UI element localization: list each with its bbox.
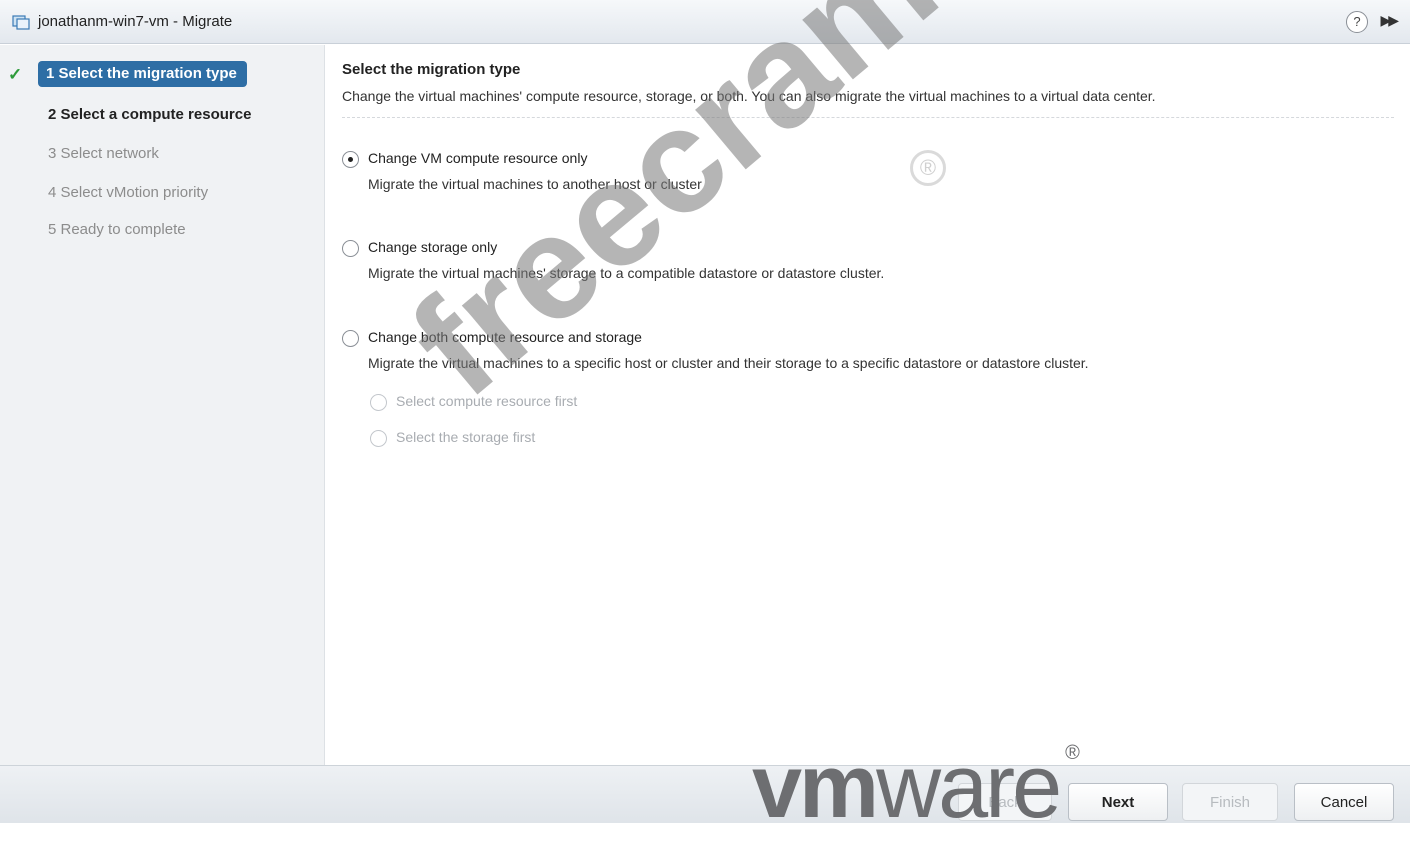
radio-compute-first xyxy=(370,394,387,411)
logo-ware: ware xyxy=(876,737,1062,837)
wizard-steps: ✓ 1 Select the migration type 2 Select a… xyxy=(0,45,325,765)
sub-option-label: Select compute resource first xyxy=(396,393,578,409)
cancel-button[interactable]: Cancel xyxy=(1294,783,1394,821)
main-panel: Select the migration type Change the vir… xyxy=(326,45,1410,765)
logo-registered-mark: ® xyxy=(1065,742,1080,764)
step-select-compute-resource[interactable]: 2 Select a compute resource xyxy=(48,106,251,123)
option-description: Migrate the virtual machines to another … xyxy=(368,176,702,192)
radio-compute-only[interactable] xyxy=(342,151,359,168)
logo-vm: vm xyxy=(752,737,879,837)
page-description: Change the virtual machines' compute res… xyxy=(342,88,1156,104)
step-complete-check-icon: ✓ xyxy=(8,65,23,84)
option-label: Change both compute resource and storage xyxy=(368,329,642,345)
option-description: Migrate the virtual machines to a specif… xyxy=(368,355,1089,371)
next-button[interactable]: Next xyxy=(1068,783,1168,821)
expand-icon[interactable]: ▶▶ xyxy=(1380,12,1398,29)
divider xyxy=(342,117,1394,118)
option-description: Migrate the virtual machines' storage to… xyxy=(368,265,885,281)
step-ready-to-complete: 5 Ready to complete xyxy=(48,221,186,238)
option-label: Change storage only xyxy=(368,239,498,255)
wizard-footer: Back Next Finish Cancel xyxy=(0,765,1410,823)
sub-option-label: Select the storage first xyxy=(396,429,536,445)
vmware-logo: vmware ® xyxy=(752,742,1080,856)
finish-button[interactable]: Finish xyxy=(1182,783,1278,821)
step-select-vmotion-priority: 4 Select vMotion priority xyxy=(48,184,209,201)
help-icon[interactable]: ? xyxy=(1346,11,1368,33)
radio-compute-and-storage[interactable] xyxy=(342,330,359,347)
page-title: Select the migration type xyxy=(342,61,521,78)
step-select-network: 3 Select network xyxy=(48,145,159,162)
window-title: jonathanm-win7-vm - Migrate xyxy=(38,13,233,30)
option-label: Change VM compute resource only xyxy=(368,150,588,166)
step-select-migration-type[interactable]: 1 Select the migration type xyxy=(38,61,247,87)
vm-icon xyxy=(12,15,30,30)
radio-storage-only[interactable] xyxy=(342,240,359,257)
watermark-registered-mark: ® xyxy=(910,150,946,186)
window-titlebar: jonathanm-win7-vm - Migrate ? ▶▶ xyxy=(0,0,1410,44)
radio-storage-first xyxy=(370,430,387,447)
